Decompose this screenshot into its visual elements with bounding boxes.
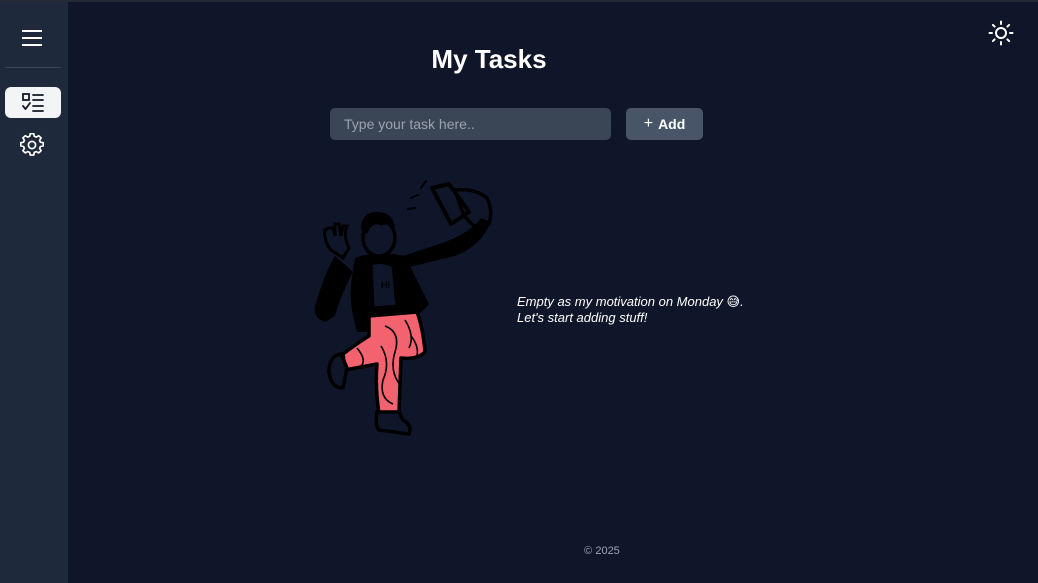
page-title: My Tasks [431,44,547,74]
sidebar [0,2,68,583]
hamburger-menu-icon [22,30,42,46]
person-taking-selfie-illustration: Hi [314,180,493,436]
add-task-button[interactable]: + Add [626,108,703,140]
theme-toggle-button[interactable] [986,18,1016,48]
checklist-icon [22,92,44,112]
footer-copyright: © 2025 [584,545,620,557]
sidebar-item-settings[interactable] [14,129,50,161]
empty-state-line-1: Empty as my motivation on Monday 😅. [517,294,744,309]
plus-icon: + [643,115,654,132]
menu-button[interactable] [14,20,50,56]
add-button-label: Add [658,116,686,132]
sun-icon [988,20,1014,46]
empty-state-line-2: Let's start adding stuff! [517,310,648,325]
window-top-border [0,0,1038,2]
gear-icon [20,133,44,156]
task-input[interactable] [330,108,611,140]
svg-text:Hi: Hi [381,280,390,290]
empty-state-message: Empty as my motivation on Monday 😅. Let'… [517,294,777,326]
sidebar-item-tasks[interactable] [5,87,61,118]
sidebar-divider [5,67,61,68]
